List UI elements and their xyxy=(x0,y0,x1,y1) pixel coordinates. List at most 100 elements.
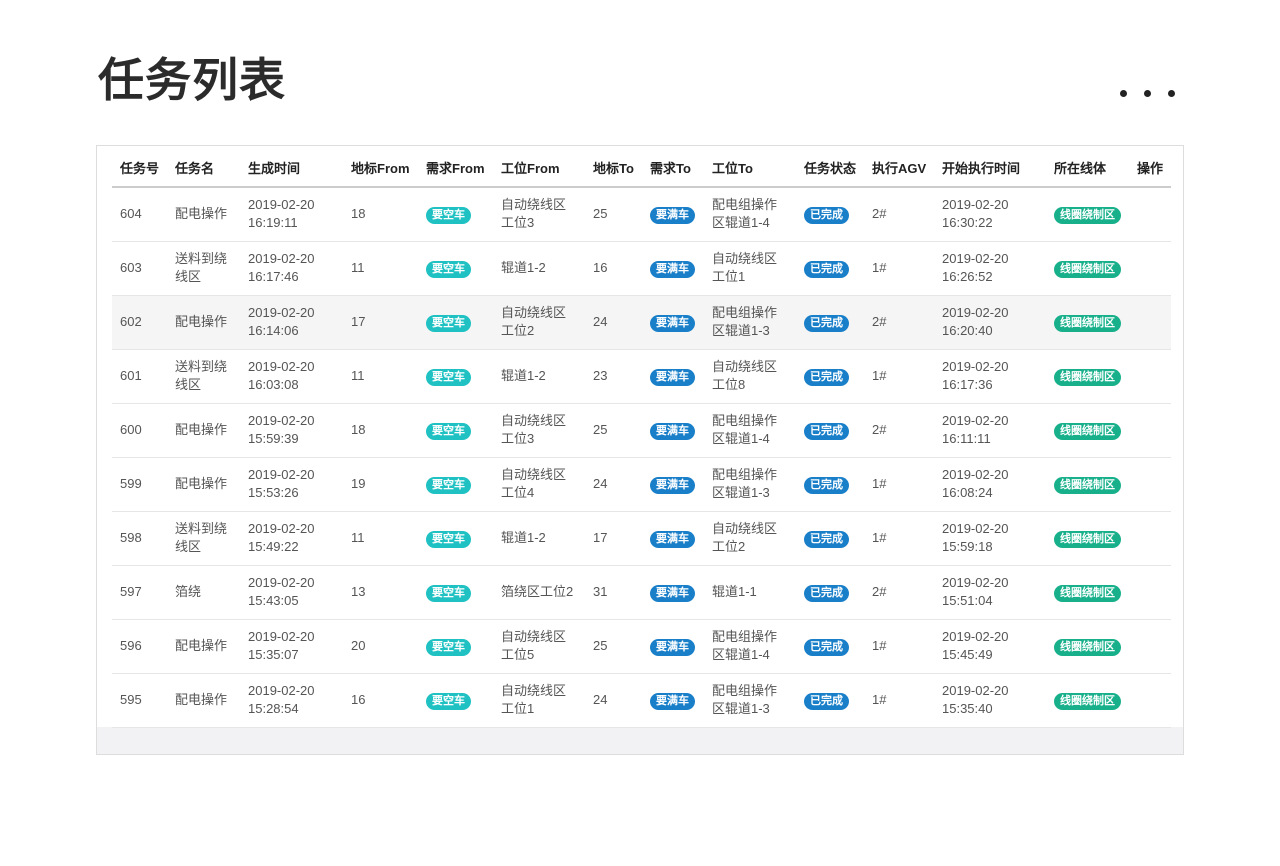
cell-agv: 1# xyxy=(864,457,934,511)
cell-to-need: 要满车 xyxy=(642,673,704,727)
more-menu-button[interactable] xyxy=(1120,90,1175,97)
from-mark-text: 13 xyxy=(351,584,365,599)
cell-actions[interactable] xyxy=(1129,241,1171,295)
cell-to-station: 配电组操作区辊道1-4 xyxy=(704,187,796,241)
column-header: 地标From xyxy=(343,148,418,187)
column-header: 工位From xyxy=(493,148,585,187)
cell-to-station: 自动绕线区工位8 xyxy=(704,349,796,403)
table-row[interactable]: 600配电操作2019-02-20 15:59:3918要空车自动绕线区工位32… xyxy=(112,403,1171,457)
table-row[interactable]: 597箔绕2019-02-20 15:43:0513要空车箔绕区工位231要满车… xyxy=(112,565,1171,619)
agv-text: 2# xyxy=(872,314,886,329)
from-station-text: 自动绕线区工位1 xyxy=(501,682,571,718)
agv-text: 1# xyxy=(872,638,886,653)
id-text: 601 xyxy=(120,368,142,383)
status-badge: 已完成 xyxy=(804,693,849,710)
cell-actions[interactable] xyxy=(1129,673,1171,727)
table-row[interactable]: 604配电操作2019-02-20 16:19:1118要空车自动绕线区工位32… xyxy=(112,187,1171,241)
cell-start: 2019-02-20 16:17:36 xyxy=(934,349,1046,403)
cell-actions[interactable] xyxy=(1129,565,1171,619)
cell-to-station: 配电组操作区辊道1-3 xyxy=(704,673,796,727)
from-need-badge: 要空车 xyxy=(426,693,471,710)
cell-to-mark: 25 xyxy=(585,403,642,457)
cell-from-mark: 11 xyxy=(343,241,418,295)
column-header: 工位To xyxy=(704,148,796,187)
to-mark-text: 24 xyxy=(593,476,607,491)
cell-id: 598 xyxy=(112,511,167,565)
to-mark-text: 25 xyxy=(593,422,607,437)
to-mark-text: 24 xyxy=(593,314,607,329)
table-row[interactable]: 602配电操作2019-02-20 16:14:0617要空车自动绕线区工位22… xyxy=(112,295,1171,349)
from-mark-text: 11 xyxy=(351,368,365,383)
table-row[interactable]: 599配电操作2019-02-20 15:53:2619要空车自动绕线区工位42… xyxy=(112,457,1171,511)
cell-id: 604 xyxy=(112,187,167,241)
to-station-text: 辊道1-1 xyxy=(712,583,782,601)
cell-status: 已完成 xyxy=(796,511,864,565)
table-row[interactable]: 595配电操作2019-02-20 15:28:5416要空车自动绕线区工位12… xyxy=(112,673,1171,727)
id-text: 604 xyxy=(120,206,142,221)
cell-to-station: 配电组操作区辊道1-4 xyxy=(704,619,796,673)
cell-from-mark: 19 xyxy=(343,457,418,511)
table-row[interactable]: 603送料到绕线区2019-02-20 16:17:4611要空车辊道1-216… xyxy=(112,241,1171,295)
status-badge: 已完成 xyxy=(804,261,849,278)
cell-to-mark: 24 xyxy=(585,673,642,727)
cell-id: 596 xyxy=(112,619,167,673)
created-text: 2019-02-20 15:59:39 xyxy=(248,412,318,448)
cell-status: 已完成 xyxy=(796,619,864,673)
cell-from-station: 箔绕区工位2 xyxy=(493,565,585,619)
line-badge: 线圈绕制区 xyxy=(1054,585,1121,602)
cell-status: 已完成 xyxy=(796,403,864,457)
agv-text: 2# xyxy=(872,584,886,599)
cell-id: 599 xyxy=(112,457,167,511)
cell-status: 已完成 xyxy=(796,241,864,295)
created-text: 2019-02-20 16:03:08 xyxy=(248,358,318,394)
cell-name: 送料到绕线区 xyxy=(167,349,240,403)
start-text: 2019-02-20 15:51:04 xyxy=(942,574,1012,610)
to-need-badge: 要满车 xyxy=(650,423,695,440)
to-mark-text: 25 xyxy=(593,206,607,221)
column-header: 需求From xyxy=(418,148,493,187)
cell-actions[interactable] xyxy=(1129,295,1171,349)
page-title: 任务列表 xyxy=(98,44,286,110)
table-row[interactable]: 596配电操作2019-02-20 15:35:0720要空车自动绕线区工位52… xyxy=(112,619,1171,673)
created-text: 2019-02-20 15:43:05 xyxy=(248,574,318,610)
cell-start: 2019-02-20 16:30:22 xyxy=(934,187,1046,241)
cell-status: 已完成 xyxy=(796,349,864,403)
cell-from-need: 要空车 xyxy=(418,565,493,619)
cell-from-mark: 20 xyxy=(343,619,418,673)
cell-start: 2019-02-20 15:45:49 xyxy=(934,619,1046,673)
cell-to-need: 要满车 xyxy=(642,565,704,619)
cell-agv: 1# xyxy=(864,673,934,727)
cell-line: 线圈绕制区 xyxy=(1046,403,1129,457)
status-badge: 已完成 xyxy=(804,207,849,224)
start-text: 2019-02-20 16:26:52 xyxy=(942,250,1012,286)
cell-agv: 1# xyxy=(864,619,934,673)
name-text: 送料到绕线区 xyxy=(175,250,233,286)
cell-from-need: 要空车 xyxy=(418,457,493,511)
created-text: 2019-02-20 15:28:54 xyxy=(248,682,318,718)
cell-agv: 1# xyxy=(864,511,934,565)
to-mark-text: 16 xyxy=(593,260,607,275)
cell-to-mark: 31 xyxy=(585,565,642,619)
cell-line: 线圈绕制区 xyxy=(1046,457,1129,511)
id-text: 596 xyxy=(120,638,142,653)
column-header: 开始执行时间 xyxy=(934,148,1046,187)
cell-to-need: 要满车 xyxy=(642,349,704,403)
name-text: 箔绕 xyxy=(175,583,233,601)
name-text: 配电操作 xyxy=(175,421,233,439)
to-station-text: 配电组操作区辊道1-4 xyxy=(712,628,782,664)
cell-actions[interactable] xyxy=(1129,403,1171,457)
cell-status: 已完成 xyxy=(796,673,864,727)
table-row[interactable]: 598送料到绕线区2019-02-20 15:49:2211要空车辊道1-217… xyxy=(112,511,1171,565)
cell-actions[interactable] xyxy=(1129,511,1171,565)
cell-created: 2019-02-20 15:53:26 xyxy=(240,457,343,511)
cell-to-mark: 16 xyxy=(585,241,642,295)
cell-actions[interactable] xyxy=(1129,349,1171,403)
cell-actions[interactable] xyxy=(1129,187,1171,241)
cell-name: 配电操作 xyxy=(167,457,240,511)
cell-actions[interactable] xyxy=(1129,457,1171,511)
cell-created: 2019-02-20 15:59:39 xyxy=(240,403,343,457)
to-need-badge: 要满车 xyxy=(650,369,695,386)
id-text: 598 xyxy=(120,530,142,545)
table-row[interactable]: 601送料到绕线区2019-02-20 16:03:0811要空车辊道1-223… xyxy=(112,349,1171,403)
cell-actions[interactable] xyxy=(1129,619,1171,673)
